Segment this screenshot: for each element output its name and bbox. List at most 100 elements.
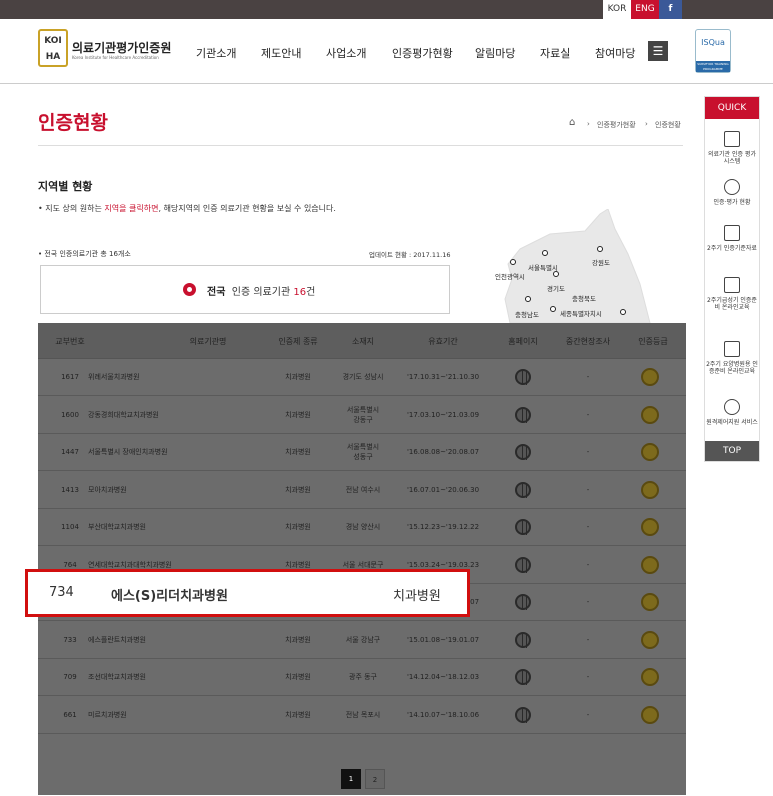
highlighted-row[interactable]: 734 에스(S)리더치과병원 치과병원 xyxy=(25,569,470,617)
top-button[interactable]: TOP xyxy=(705,441,759,461)
cell-location: 광주 동구 xyxy=(349,673,377,681)
map-pin-sejong[interactable] xyxy=(550,306,556,312)
total-unit: 건 xyxy=(306,287,316,298)
cell-name[interactable]: 강동경희대학교치과병원 xyxy=(88,411,208,420)
isqua-logo[interactable]: ISQua SURVEYOR TRAINING PROGRAMME xyxy=(695,29,731,73)
globe-icon[interactable] xyxy=(515,444,531,460)
table-row[interactable]: 661 미르치과병원 치과병원 전남 목포시 '14.10.07~'18.10.06 - xyxy=(38,697,686,734)
nav-business[interactable]: 사업소개 xyxy=(326,45,366,61)
korea-map[interactable]: 서울특별시 인천광역시 강원도 경기도 충청북도 충청남도 세종특별자치시 xyxy=(490,208,686,324)
table-row[interactable]: 709 조선대학교치과병원 치과병원 광주 동구 '14.12.04~'18.12.03… xyxy=(38,659,686,696)
cell-name[interactable]: 미르치과병원 xyxy=(88,711,208,720)
map-label-seoul[interactable]: 서울특별시 xyxy=(528,262,558,272)
globe-icon[interactable] xyxy=(515,519,531,535)
cell-name[interactable]: 조선대학교치과병원 xyxy=(88,673,208,682)
section-title: 지역별 현황 xyxy=(38,180,93,193)
quick-label: 원격제어지원 서비스 xyxy=(706,419,758,426)
quick-nursing-edu[interactable]: 2주기 요양병원용 인증준비 온라인교육 xyxy=(705,341,759,375)
quick-cert-system[interactable]: 의료기관 인증 평가 시스템 xyxy=(705,131,759,165)
logo-name[interactable]: 의료기관평가인증원 xyxy=(72,39,171,56)
map-label-chungnam[interactable]: 충청남도 xyxy=(515,309,539,319)
quick-remote-support[interactable]: 원격제어지원 서비스 xyxy=(705,399,759,426)
total-box: 전국 인증 의료기관 16건 xyxy=(40,265,450,314)
cell-no: 1413 xyxy=(61,485,79,494)
map-label-sejong[interactable]: 세종특별자치시 xyxy=(560,308,602,318)
table-row[interactable]: 1447 서울특별시 장애인치과병원 치과병원 서울특별시 성동구 '16.08.08~'… xyxy=(38,434,686,471)
breadcrumb-status[interactable]: 인증평가현황 xyxy=(597,120,636,130)
table-header: 교부번호 의료기관명 인증제 종류 소재지 유효기간 홈페이지 중간현장조사 인… xyxy=(38,323,686,359)
cell-name[interactable]: 위례서울치과병원 xyxy=(88,373,208,382)
document-icon xyxy=(724,277,740,293)
cell-no: 1600 xyxy=(61,410,79,419)
globe-icon[interactable] xyxy=(515,594,531,610)
nav-notice[interactable]: 알림마당 xyxy=(475,45,515,61)
cell-location: 서울특별시 xyxy=(346,443,380,451)
monitor-icon xyxy=(724,131,740,147)
cell-location: 서울 강남구 xyxy=(345,635,381,644)
globe-icon[interactable] xyxy=(515,406,531,423)
grade-medal-icon xyxy=(641,555,659,574)
cell-period: '17.10.31~'21.10.30 xyxy=(406,373,480,381)
map-label-incheon[interactable]: 인천광역시 xyxy=(495,271,525,281)
quick-status[interactable]: 인증·평가 현황 xyxy=(705,179,759,206)
nav-system[interactable]: 제도안내 xyxy=(261,45,301,61)
cell-period: '16.08.08~'20.08.07 xyxy=(406,448,480,456)
menu-icon[interactable]: ☰ xyxy=(648,41,668,61)
globe-icon[interactable] xyxy=(515,669,531,685)
map-pin-gangwon[interactable] xyxy=(597,246,603,252)
map-label-chungbuk[interactable]: 충청북도 xyxy=(572,293,596,303)
cell-name[interactable]: 에스플란트치과병원 xyxy=(88,636,208,645)
cell-type: 치과병원 xyxy=(285,373,311,381)
home-icon[interactable]: ⌂ xyxy=(569,117,575,128)
update-date: 업데이트 현황 : 2017.11.16 xyxy=(369,251,451,259)
cell-location-2: 성동구 xyxy=(353,453,373,461)
grade-medal-icon xyxy=(641,480,659,499)
lang-kor-button[interactable]: KOR xyxy=(603,0,631,19)
grade-medal-icon xyxy=(641,518,659,536)
page-1-button[interactable]: 1 xyxy=(341,769,361,789)
map-pin-incheon[interactable] xyxy=(510,259,516,265)
map-pin-chungnam[interactable] xyxy=(525,296,531,302)
cell-mid-survey: - xyxy=(586,373,590,381)
quick-criteria[interactable]: 2주기 인증기준자료 xyxy=(705,225,759,252)
globe-icon[interactable] xyxy=(515,481,531,498)
globe-icon[interactable] xyxy=(515,706,531,723)
globe-icon[interactable] xyxy=(515,631,531,648)
lang-eng-button[interactable]: ENG xyxy=(631,0,659,19)
desc-suffix: , 해당지역의 인증 의료기관 현황을 보실 수 있습니다. xyxy=(158,204,336,213)
cell-mid-survey: - xyxy=(586,410,590,419)
medal-icon xyxy=(724,179,740,195)
map-pin-seoul[interactable] xyxy=(542,250,548,256)
nav-about[interactable]: 기관소개 xyxy=(196,45,236,61)
cell-name[interactable]: 모아치과병원 xyxy=(88,486,208,495)
cell-name[interactable]: 부산대학교치과병원 xyxy=(88,523,208,532)
page-2-button[interactable]: 2 xyxy=(365,769,385,789)
document-icon xyxy=(724,225,740,241)
quick-acute-edu[interactable]: 2주기급성기 인증준비 온라인교육 xyxy=(705,277,759,311)
cell-mid-survey: - xyxy=(586,673,590,681)
grade-medal-icon xyxy=(641,405,659,424)
quick-label: 2주기 인증기준자료 xyxy=(707,245,757,252)
table-row[interactable]: 1104 부산대학교치과병원 치과병원 경남 양산시 '15.12.23~'19.12.… xyxy=(38,509,686,546)
nav-status[interactable]: 인증평가현황 xyxy=(392,45,453,61)
cell-no: 1447 xyxy=(61,448,79,456)
table-row[interactable]: 733 에스플란트치과병원 치과병원 서울 강남구 '15.01.08~'19.01.0… xyxy=(38,622,686,659)
cell-type: 치과병원 xyxy=(285,485,311,494)
cell-mid-survey: - xyxy=(586,598,590,606)
cell-period: '14.10.07~'18.10.06 xyxy=(406,710,480,719)
globe-icon[interactable] xyxy=(515,369,531,385)
table-row[interactable]: 1600 강동경희대학교치과병원 치과병원 서울특별시 강동구 '17.03.10~'21… xyxy=(38,397,686,434)
cell-name[interactable]: 서울특별시 장애인치과병원 xyxy=(88,448,208,457)
map-label-gyeonggi[interactable]: 경기도 xyxy=(547,283,565,293)
nav-resources[interactable]: 자료실 xyxy=(540,45,570,61)
table-row[interactable]: 1617 위례서울치과병원 치과병원 경기도 성남시 '17.10.31~'21.10.… xyxy=(38,359,686,396)
nav-participate[interactable]: 참여마당 xyxy=(595,45,635,61)
cell-period: '16.07.01~'20.06.30 xyxy=(406,485,480,494)
map-label-gangwon[interactable]: 강원도 xyxy=(592,257,610,267)
globe-icon[interactable] xyxy=(515,556,531,573)
table-row[interactable]: 1413 모아치과병원 치과병원 전남 여수시 '16.07.01~'20.06.30 - xyxy=(38,472,686,509)
facebook-icon[interactable]: f xyxy=(659,0,682,19)
map-pin-chungbuk-extra[interactable] xyxy=(620,309,626,315)
logo-mark[interactable]: KOI HA xyxy=(38,29,68,67)
cell-mid-survey: - xyxy=(586,448,590,456)
